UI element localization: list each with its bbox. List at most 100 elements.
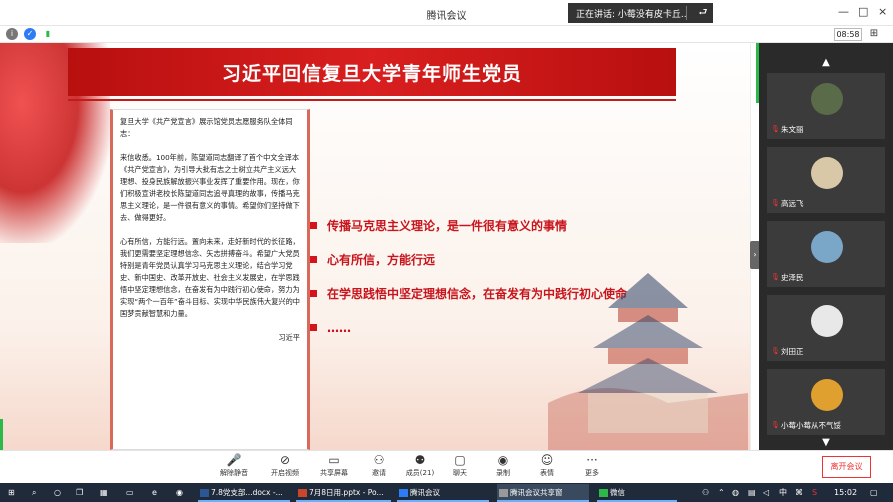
emoji-icon: ☺ (540, 453, 554, 467)
mic-muted-icon: 🎙 (771, 199, 780, 207)
meeting-infobar: i ✓ ▮ 08:58 ⊞ (0, 26, 893, 43)
window-titlebar: 腾讯会议 正在讲话: 小莓没有皮卡丘... ⮐ — □ × (0, 0, 893, 26)
invite-icon: ⚇ (373, 453, 385, 467)
tray-input-icon[interactable]: ⌘ (795, 486, 803, 500)
more-icon: ··· (586, 453, 598, 467)
mic-muted-icon: 🎙 (771, 347, 780, 355)
chat-button[interactable]: ▢ 聊天 (437, 453, 483, 478)
speaking-text: 正在讲话: 小莓没有皮卡丘... (576, 9, 686, 20)
participant-tile[interactable]: 🎙 小莓小莓从不气馁 (767, 369, 885, 435)
window-grid-icon[interactable]: ⊞ (868, 28, 880, 40)
taskbar-app-word[interactable]: 7.8党支部...docx -... (198, 484, 290, 502)
powerpoint-icon (298, 489, 307, 497)
mic-muted-icon: 🎙 (771, 125, 780, 133)
tray-person-icon[interactable]: ⚇ (702, 486, 709, 500)
participant-name: 高远飞 (781, 199, 804, 208)
meeting-timer: 08:58 (834, 28, 862, 41)
bullet-square-icon (310, 222, 317, 229)
scroll-up-icon[interactable]: ▲ (759, 57, 893, 68)
mic-muted-icon: 🎙 (771, 421, 780, 429)
emoji-button[interactable]: ☺ 表情 (524, 453, 570, 478)
participant-tile[interactable]: 🎙 史泽民 (767, 221, 885, 287)
avatar (811, 157, 843, 189)
taskbar-app-tencent-meeting[interactable]: 腾讯会议 (397, 484, 489, 502)
focus-indicator (0, 419, 3, 450)
avatar (811, 379, 843, 411)
bullet-square-icon (310, 290, 317, 297)
app-title: 腾讯会议 (426, 11, 467, 22)
participant-name: 刘田正 (781, 347, 804, 356)
slide-background: 习近平回信复旦大学青年师生党员 复旦大学《共产党宣言》展示馆党员志愿服务队全体同… (0, 43, 759, 450)
mic-muted-icon: 🎤 (226, 453, 242, 467)
slide-title-banner: 习近平回信复旦大学青年师生党员 (68, 48, 676, 96)
file-explorer-icon[interactable]: ▭ (126, 486, 134, 500)
letter-paragraph: 来信收悉。100年前，陈望道同志翻译了首个中文全译本《共产党宣言》，为引导大批有… (120, 153, 300, 222)
letter-card: 复旦大学《共产党宣言》展示馆党员志愿服务队全体同志： 来信收悉。100年前，陈望… (110, 109, 310, 450)
mic-muted-icon: 🎙 (771, 273, 780, 281)
leave-meeting-button[interactable]: 离开会议 (822, 456, 871, 478)
taskbar-app-powerpoint[interactable]: 7月8日用.pptx - Po... (296, 484, 391, 502)
participant-tile[interactable]: 🎙 朱文丽 (767, 73, 885, 139)
meeting-toolbar: 🎤 解除静音 ⊘ 开启视频 ▭ 共享屏幕 ⚇ 邀请 ⚉ 成员(21) ▢ 聊天 ◉ 录制 ☺ 表… (0, 450, 893, 483)
record-button[interactable]: ◉ 录制 (480, 453, 526, 478)
participants-panel: ▲ 🎙 朱文丽 🎙 高远飞 🎙 史泽民 🎙 刘田正 🎙 小莓小莓从不气馁 ▼ (759, 43, 893, 450)
close-button[interactable]: × (878, 5, 887, 18)
browser-edge-icon[interactable]: e (152, 486, 157, 500)
wechat-icon (599, 489, 608, 497)
start-video-button[interactable]: ⊘ 开启视频 (262, 453, 308, 478)
task-view-icon[interactable]: ❐ (76, 486, 83, 500)
avatar (811, 231, 843, 263)
letter-salutation: 复旦大学《共产党宣言》展示馆党员志愿服务队全体同志： (120, 117, 293, 138)
collapse-panel-button[interactable]: › (750, 241, 759, 269)
bullet-square-icon (310, 256, 317, 263)
participant-name: 朱文丽 (781, 125, 804, 134)
participant-tile[interactable]: 🎙 高远飞 (767, 147, 885, 213)
windows-start-icon[interactable]: ⊞ (8, 486, 15, 500)
invite-button[interactable]: ⚇ 邀请 (356, 453, 402, 478)
share-window-icon (499, 489, 508, 497)
more-button[interactable]: ··· 更多 (569, 453, 615, 478)
word-icon (200, 489, 209, 497)
chat-icon: ▢ (454, 453, 466, 467)
shared-screen: 习近平回信复旦大学青年师生党员 复旦大学《共产党宣言》展示馆党员志愿服务队全体同… (0, 43, 759, 450)
signal-icon: ▮ (45, 29, 51, 38)
notification-icon[interactable]: ▢ (870, 486, 878, 500)
record-icon: ◉ (497, 453, 509, 467)
participant-tile[interactable]: 🎙 刘田正 (767, 295, 885, 361)
share-screen-button[interactable]: ▭ 共享屏幕 (311, 453, 357, 478)
participant-name: 小莓小莓从不气馁 (781, 421, 841, 430)
shield-icon[interactable]: ✓ (24, 28, 36, 40)
tray-lang-icon[interactable]: S (812, 486, 817, 500)
clock[interactable]: 15:02 (834, 486, 857, 500)
unmute-button[interactable]: 🎤 解除静音 (211, 453, 257, 478)
scroll-down-icon[interactable]: ▼ (759, 437, 893, 448)
tray-network-icon[interactable]: ▤ (748, 486, 756, 500)
bullet-square-icon (310, 324, 317, 331)
tray-chevron-icon[interactable]: ⌃ (718, 486, 725, 500)
avatar (811, 305, 843, 337)
taskbar-app-share-window[interactable]: 腾讯会议共享窗 (497, 484, 589, 502)
speaking-indicator[interactable]: 正在讲话: 小莓没有皮卡丘... ⮐ (568, 3, 713, 23)
share-screen-icon: ▭ (328, 453, 340, 467)
maximize-button[interactable]: □ (858, 5, 868, 18)
app-grid-icon[interactable]: ▦ (100, 486, 108, 500)
ime-indicator[interactable]: 中 (779, 486, 787, 500)
taskbar-app-wechat[interactable]: 微信 (597, 484, 677, 502)
slide-title: 习近平回信复旦大学青年师生党员 (221, 62, 522, 85)
undock-icon[interactable]: ⮐ (693, 5, 713, 22)
browser-chrome-icon[interactable]: ◉ (176, 486, 183, 500)
search-icon[interactable]: ⌕ (32, 486, 36, 500)
tencent-meeting-icon (399, 489, 408, 497)
participant-name: 史泽民 (781, 273, 804, 282)
cortana-icon[interactable]: ○ (54, 486, 61, 500)
avatar (811, 83, 843, 115)
divider (686, 6, 687, 20)
camera-off-icon: ⊘ (279, 453, 291, 467)
info-icon[interactable]: i (6, 28, 18, 40)
tray-volume-icon[interactable]: ◁ (763, 486, 769, 500)
windows-taskbar: ⊞ ⌕ ○ ❐ ▦ ▭ e ◉ 7.8党支部...docx -... 7月8日用… (0, 483, 893, 502)
minimize-button[interactable]: — (838, 5, 849, 18)
bullet-item: 传播马克思主义理论，是一件很有意义的事情 (310, 215, 627, 236)
divider (68, 99, 676, 101)
tray-wechat-icon[interactable]: ◍ (732, 486, 739, 500)
